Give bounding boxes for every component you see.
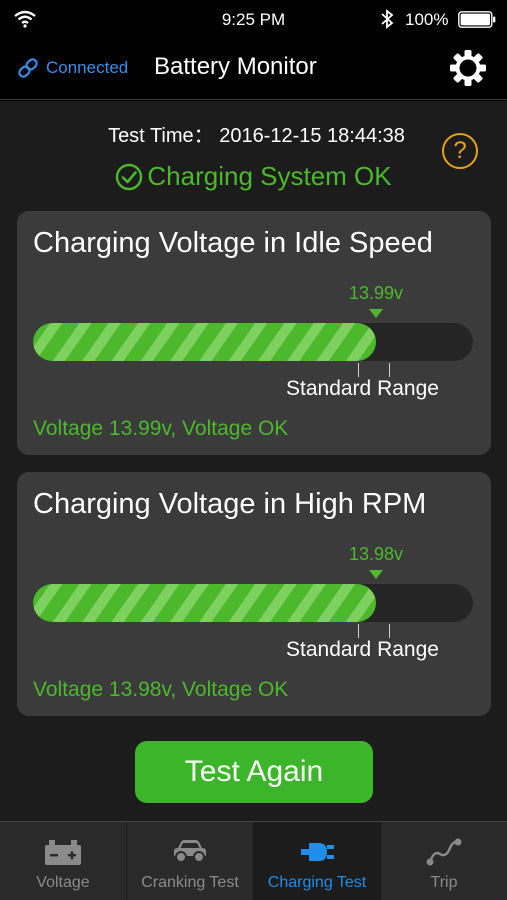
- standard-range-label: Standard Range: [286, 638, 439, 661]
- tab-trip[interactable]: Trip: [381, 822, 507, 900]
- tab-voltage[interactable]: Voltage: [0, 822, 127, 900]
- standard-range-label: Standard Range: [286, 377, 439, 400]
- voltage-bar-fill: [33, 323, 377, 361]
- tab-charging-test[interactable]: Charging Test: [254, 822, 381, 900]
- battery-icon: [45, 840, 81, 865]
- voltage-marker: [369, 309, 383, 318]
- card-heading: Charging Voltage in High RPM: [33, 488, 427, 520]
- battery-percentage: 100%: [405, 10, 449, 29]
- range-tick-high: [389, 363, 390, 377]
- bluetooth-icon: [381, 9, 394, 29]
- plug-icon: [301, 843, 334, 861]
- settings-gear-icon[interactable]: [449, 49, 487, 87]
- tab-label: Cranking Test: [141, 874, 239, 891]
- voltage-bar-fill: [33, 584, 377, 622]
- voltage-value-label: 13.98v: [348, 544, 404, 564]
- app-title: Battery Monitor: [154, 53, 317, 80]
- link-icon: [18, 58, 38, 78]
- card-heading: Charging Voltage in Idle Speed: [33, 227, 433, 259]
- charging-status: Charging System OK: [0, 161, 507, 192]
- idle-speed-card: Charging Voltage in Idle Speed 13.99v St…: [17, 211, 491, 455]
- test-again-button[interactable]: Test Again: [135, 741, 373, 803]
- connection-status[interactable]: Connected: [16, 56, 128, 80]
- battery-status-icon: [458, 11, 496, 28]
- tab-label: Charging Test: [267, 874, 367, 891]
- voltage-bar-track: [33, 584, 473, 622]
- test-time: Test Time： 2016-12-15 18:44:38: [108, 125, 405, 147]
- voltage-bar-track: [33, 323, 473, 361]
- tab-cranking-test[interactable]: Cranking Test: [127, 822, 254, 900]
- main-content: Test Time： 2016-12-15 18:44:38 ? Chargin…: [0, 101, 507, 821]
- status-bar: 9:25 PM 100%: [0, 0, 507, 40]
- nav-bar: Connected Battery Monitor: [0, 40, 507, 100]
- check-circle-icon: [116, 163, 143, 190]
- voltage-result: Voltage 13.98v, Voltage OK: [33, 678, 289, 701]
- tab-label: Trip: [430, 874, 458, 891]
- charging-status-label: Charging System OK: [147, 161, 392, 191]
- voltage-result: Voltage 13.99v, Voltage OK: [33, 417, 289, 440]
- voltage-value-label: 13.99v: [348, 283, 404, 303]
- car-icon: [174, 840, 206, 863]
- voltage-marker: [369, 570, 383, 579]
- tab-bar: Voltage Cranking Test Charging Test Trip: [0, 821, 507, 900]
- range-tick-high: [389, 624, 390, 638]
- range-tick-low: [358, 624, 359, 638]
- range-tick-low: [358, 363, 359, 377]
- high-rpm-card: Charging Voltage in High RPM 13.98v Stan…: [17, 472, 491, 716]
- tab-label: Voltage: [36, 874, 90, 891]
- connection-label: Connected: [46, 58, 129, 77]
- route-icon: [426, 838, 462, 866]
